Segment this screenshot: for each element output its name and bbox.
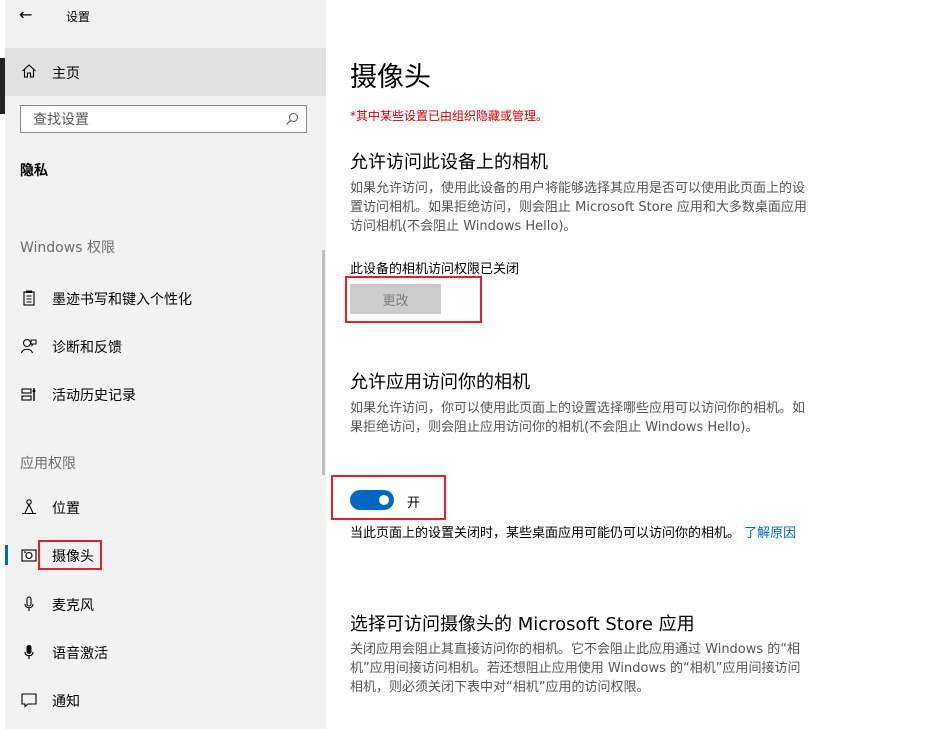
sidebar-item-label: 诊断和反馈 <box>52 340 122 356</box>
sidebar-item-location[interactable]: 位置 <box>5 487 326 527</box>
back-arrow-icon[interactable]: ← <box>19 5 32 24</box>
camera-highlight-box <box>38 540 102 570</box>
app-access-note-text: 当此页面上的设置关闭时，某些桌面应用可能仍可以访问你的相机。 <box>350 526 741 541</box>
active-indicator <box>5 545 8 565</box>
location-icon <box>22 499 36 515</box>
search-icon[interactable] <box>285 112 299 126</box>
search-box[interactable] <box>20 105 307 133</box>
sidebar-item-diagnostics[interactable]: 诊断和反馈 <box>5 326 326 366</box>
sidebar-item-home[interactable]: 主页 <box>5 48 326 96</box>
sidebar-item-activity-history[interactable]: 活动历史记录 <box>5 374 326 414</box>
home-icon <box>22 64 36 78</box>
change-button-highlight-box <box>345 276 482 323</box>
sidebar-item-microphone[interactable]: 麦克风 <box>5 584 326 624</box>
search-input[interactable] <box>31 109 275 131</box>
activity-history-icon <box>21 388 36 401</box>
sidebar-item-label: 麦克风 <box>52 598 94 614</box>
app-access-description: 如果允许访问，你可以使用此页面上的设置选择哪些应用可以访问你的相机。如果拒绝访问… <box>350 401 806 435</box>
sidebar-item-voice-activation[interactable]: 语音激活 <box>5 632 326 672</box>
store-apps-description: 关闭应用会阻止其直接访问你的相机。它不会阻止此应用通过 Windows 的“相机… <box>350 642 801 695</box>
app-access-note: 当此页面上的设置关闭时，某些桌面应用可能仍可以访问你的相机。 了解原因 <box>350 524 810 544</box>
main-content: 摄像头 *其中某些设置已由组织隐藏或管理。 允许访问此设备上的相机 如果允许访问… <box>326 0 935 729</box>
settings-window: ← 设置 主页 隐私 Windows 权限 墨迹书写和键入个性化 <box>0 0 935 729</box>
sidebar-item-label: 墨迹书写和键入个性化 <box>52 292 192 308</box>
notepad-icon <box>23 290 35 306</box>
sidebar-item-label: 位置 <box>52 501 80 517</box>
section-title: 隐私 <box>20 163 48 179</box>
title-bar: ← 设置 <box>5 0 326 34</box>
toggle-highlight-box <box>331 475 446 520</box>
sidebar-item-label: 主页 <box>52 66 80 82</box>
store-apps-heading: 选择可访问摄像头的 Microsoft Store 应用 <box>350 614 695 635</box>
page-title: 摄像头 <box>350 62 431 93</box>
sidebar-item-notifications[interactable]: 通知 <box>5 680 326 720</box>
sidebar-scrollbar[interactable] <box>322 250 325 475</box>
microphone-icon <box>24 596 34 611</box>
learn-why-link[interactable]: 了解原因 <box>744 526 796 541</box>
sidebar-item-label: 语音激活 <box>52 646 108 662</box>
sidebar-item-inking-typing[interactable]: 墨迹书写和键入个性化 <box>5 278 326 318</box>
device-access-description: 如果允许访问，使用此设备的用户将能够选择其应用是否可以使用此页面上的设置访问相机… <box>350 181 807 234</box>
group-label-windows: Windows 权限 <box>20 240 115 256</box>
device-access-status: 此设备的相机访问权限已关闭 <box>350 262 520 277</box>
group-label-apps: 应用权限 <box>20 456 76 472</box>
feedback-person-icon <box>20 338 37 354</box>
app-access-heading: 允许应用访问你的相机 <box>350 372 530 393</box>
voice-microphone-icon <box>24 645 34 659</box>
device-access-heading: 允许访问此设备上的相机 <box>350 152 548 173</box>
sidebar-item-camera[interactable]: 摄像头 <box>5 535 326 575</box>
camera-icon <box>21 549 37 562</box>
managed-notice: *其中某些设置已由组织隐藏或管理。 <box>350 109 549 123</box>
app-title: 设置 <box>66 10 91 24</box>
sidebar-item-label: 活动历史记录 <box>52 388 136 404</box>
notification-icon <box>21 693 37 708</box>
sidebar-item-label: 通知 <box>52 694 80 710</box>
sidebar: ← 设置 主页 隐私 Windows 权限 墨迹书写和键入个性化 <box>5 0 326 729</box>
